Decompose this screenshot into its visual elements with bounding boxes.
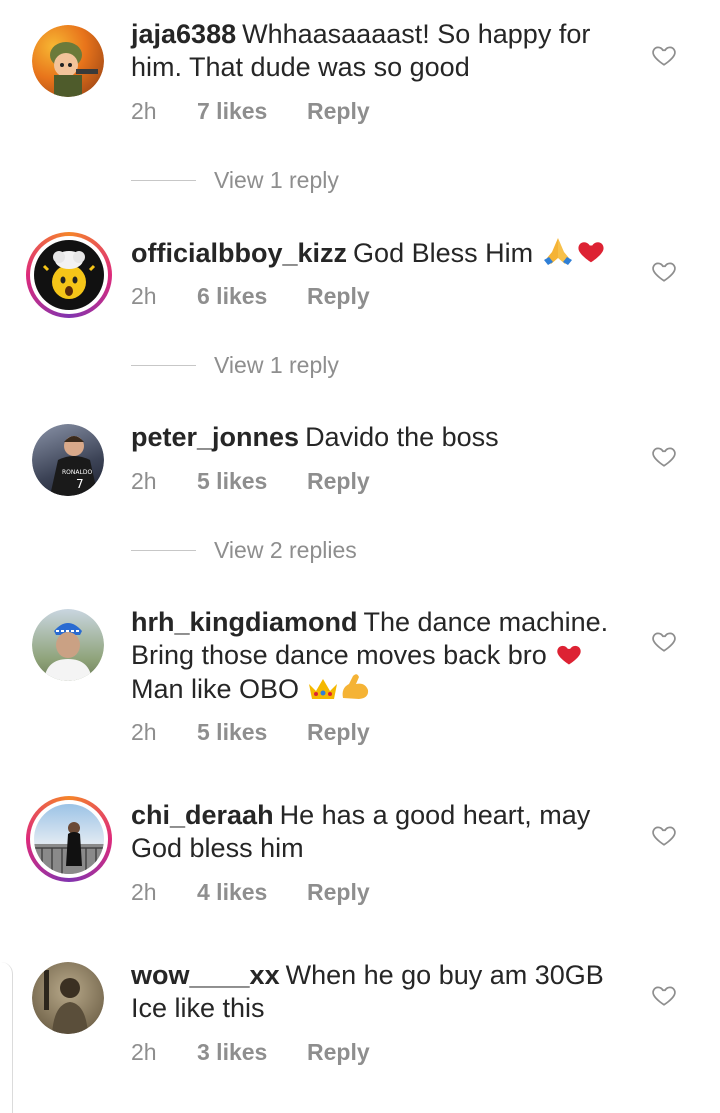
- comment-time: 2h: [131, 468, 157, 494]
- comment-likes[interactable]: 5 likes: [197, 719, 307, 746]
- like-heart-icon[interactable]: [651, 258, 677, 284]
- comment-time: 2h: [131, 98, 157, 124]
- comment-likes[interactable]: 3 likes: [197, 1039, 307, 1066]
- comment-likes[interactable]: 7 likes: [197, 98, 307, 125]
- view-replies-label: View 1 reply: [214, 167, 339, 193]
- avatar[interactable]: [26, 956, 112, 1042]
- view-replies-label: View 2 replies: [214, 537, 357, 563]
- like-heart-icon[interactable]: [651, 42, 677, 68]
- comment-meta: 2h 3 likes Reply: [131, 1039, 370, 1066]
- view-replies-toggle[interactable]: View 1 reply: [131, 352, 339, 379]
- comment-text: officialbboy_kizz God Bless Him: [131, 236, 631, 270]
- comment-username[interactable]: hrh_kingdiamond: [131, 607, 358, 637]
- reply-button[interactable]: Reply: [307, 879, 370, 906]
- comment-username[interactable]: jaja6388: [131, 19, 236, 49]
- avatar[interactable]: [26, 19, 112, 105]
- comment-text: hrh_kingdiamond The dance machine. Bring …: [131, 606, 631, 706]
- like-heart-icon[interactable]: [651, 982, 677, 1008]
- comment-body-line2: Man like OBO: [131, 674, 300, 704]
- avatar[interactable]: [26, 796, 112, 882]
- comment-time: 2h: [131, 719, 157, 745]
- comment-body: God Bless Him: [353, 238, 534, 268]
- like-heart-icon[interactable]: [651, 822, 677, 848]
- flexed-biceps-icon: [342, 674, 368, 699]
- comment-meta: 2h 6 likes Reply: [131, 283, 370, 310]
- comment-meta: 2h 7 likes Reply: [131, 98, 370, 125]
- reply-button[interactable]: Reply: [307, 1039, 370, 1066]
- comment-meta: 2h 5 likes Reply: [131, 719, 370, 746]
- svg-text:7: 7: [76, 477, 84, 491]
- avatar[interactable]: RONALDO 7: [26, 418, 112, 504]
- red-heart-emoji-icon: [557, 645, 581, 665]
- view-replies-toggle[interactable]: View 1 reply: [131, 167, 339, 194]
- avatar[interactable]: [26, 232, 112, 318]
- comment-time: 2h: [131, 1039, 157, 1065]
- comment-text: peter_jonnes Davido the boss: [131, 421, 631, 454]
- comment-meta: 2h 5 likes Reply: [131, 468, 370, 495]
- view-replies-toggle[interactable]: View 2 replies: [131, 537, 357, 564]
- svg-text:RONALDO: RONALDO: [62, 469, 92, 476]
- divider: [131, 550, 196, 551]
- comment-time: 2h: [131, 879, 157, 905]
- comment-text: jaja6388 Whhaasaaaast! So happy for him. …: [131, 18, 631, 84]
- divider: [131, 180, 196, 181]
- like-heart-icon[interactable]: [651, 628, 677, 654]
- praying-hands-icon: [543, 238, 572, 265]
- comment-username[interactable]: peter_jonnes: [131, 422, 299, 452]
- reply-button[interactable]: Reply: [307, 719, 370, 746]
- reply-button[interactable]: Reply: [307, 468, 370, 495]
- comment-username[interactable]: wow____xx: [131, 960, 280, 990]
- divider: [131, 365, 196, 366]
- comment-username[interactable]: chi_deraah: [131, 800, 274, 830]
- comment-meta: 2h 4 likes Reply: [131, 879, 370, 906]
- reply-button[interactable]: Reply: [307, 98, 370, 125]
- reply-button[interactable]: Reply: [307, 283, 370, 310]
- comment-username[interactable]: officialbboy_kizz: [131, 238, 347, 268]
- left-edge-handle: [0, 962, 13, 1113]
- like-heart-icon[interactable]: [651, 443, 677, 469]
- red-heart-emoji-icon: [578, 242, 604, 263]
- comment-text: chi_deraah He has a good heart, may God b…: [131, 799, 631, 865]
- comment-likes[interactable]: 5 likes: [197, 468, 307, 495]
- view-replies-label: View 1 reply: [214, 352, 339, 378]
- comment-time: 2h: [131, 283, 157, 309]
- comment-likes[interactable]: 4 likes: [197, 879, 307, 906]
- comment-likes[interactable]: 6 likes: [197, 283, 307, 310]
- avatar[interactable]: [26, 603, 112, 689]
- comment-body: Davido the boss: [305, 422, 499, 452]
- crown-icon: [308, 679, 337, 699]
- comment-text: wow____xx When he go buy am 30GB Ice like…: [131, 959, 631, 1025]
